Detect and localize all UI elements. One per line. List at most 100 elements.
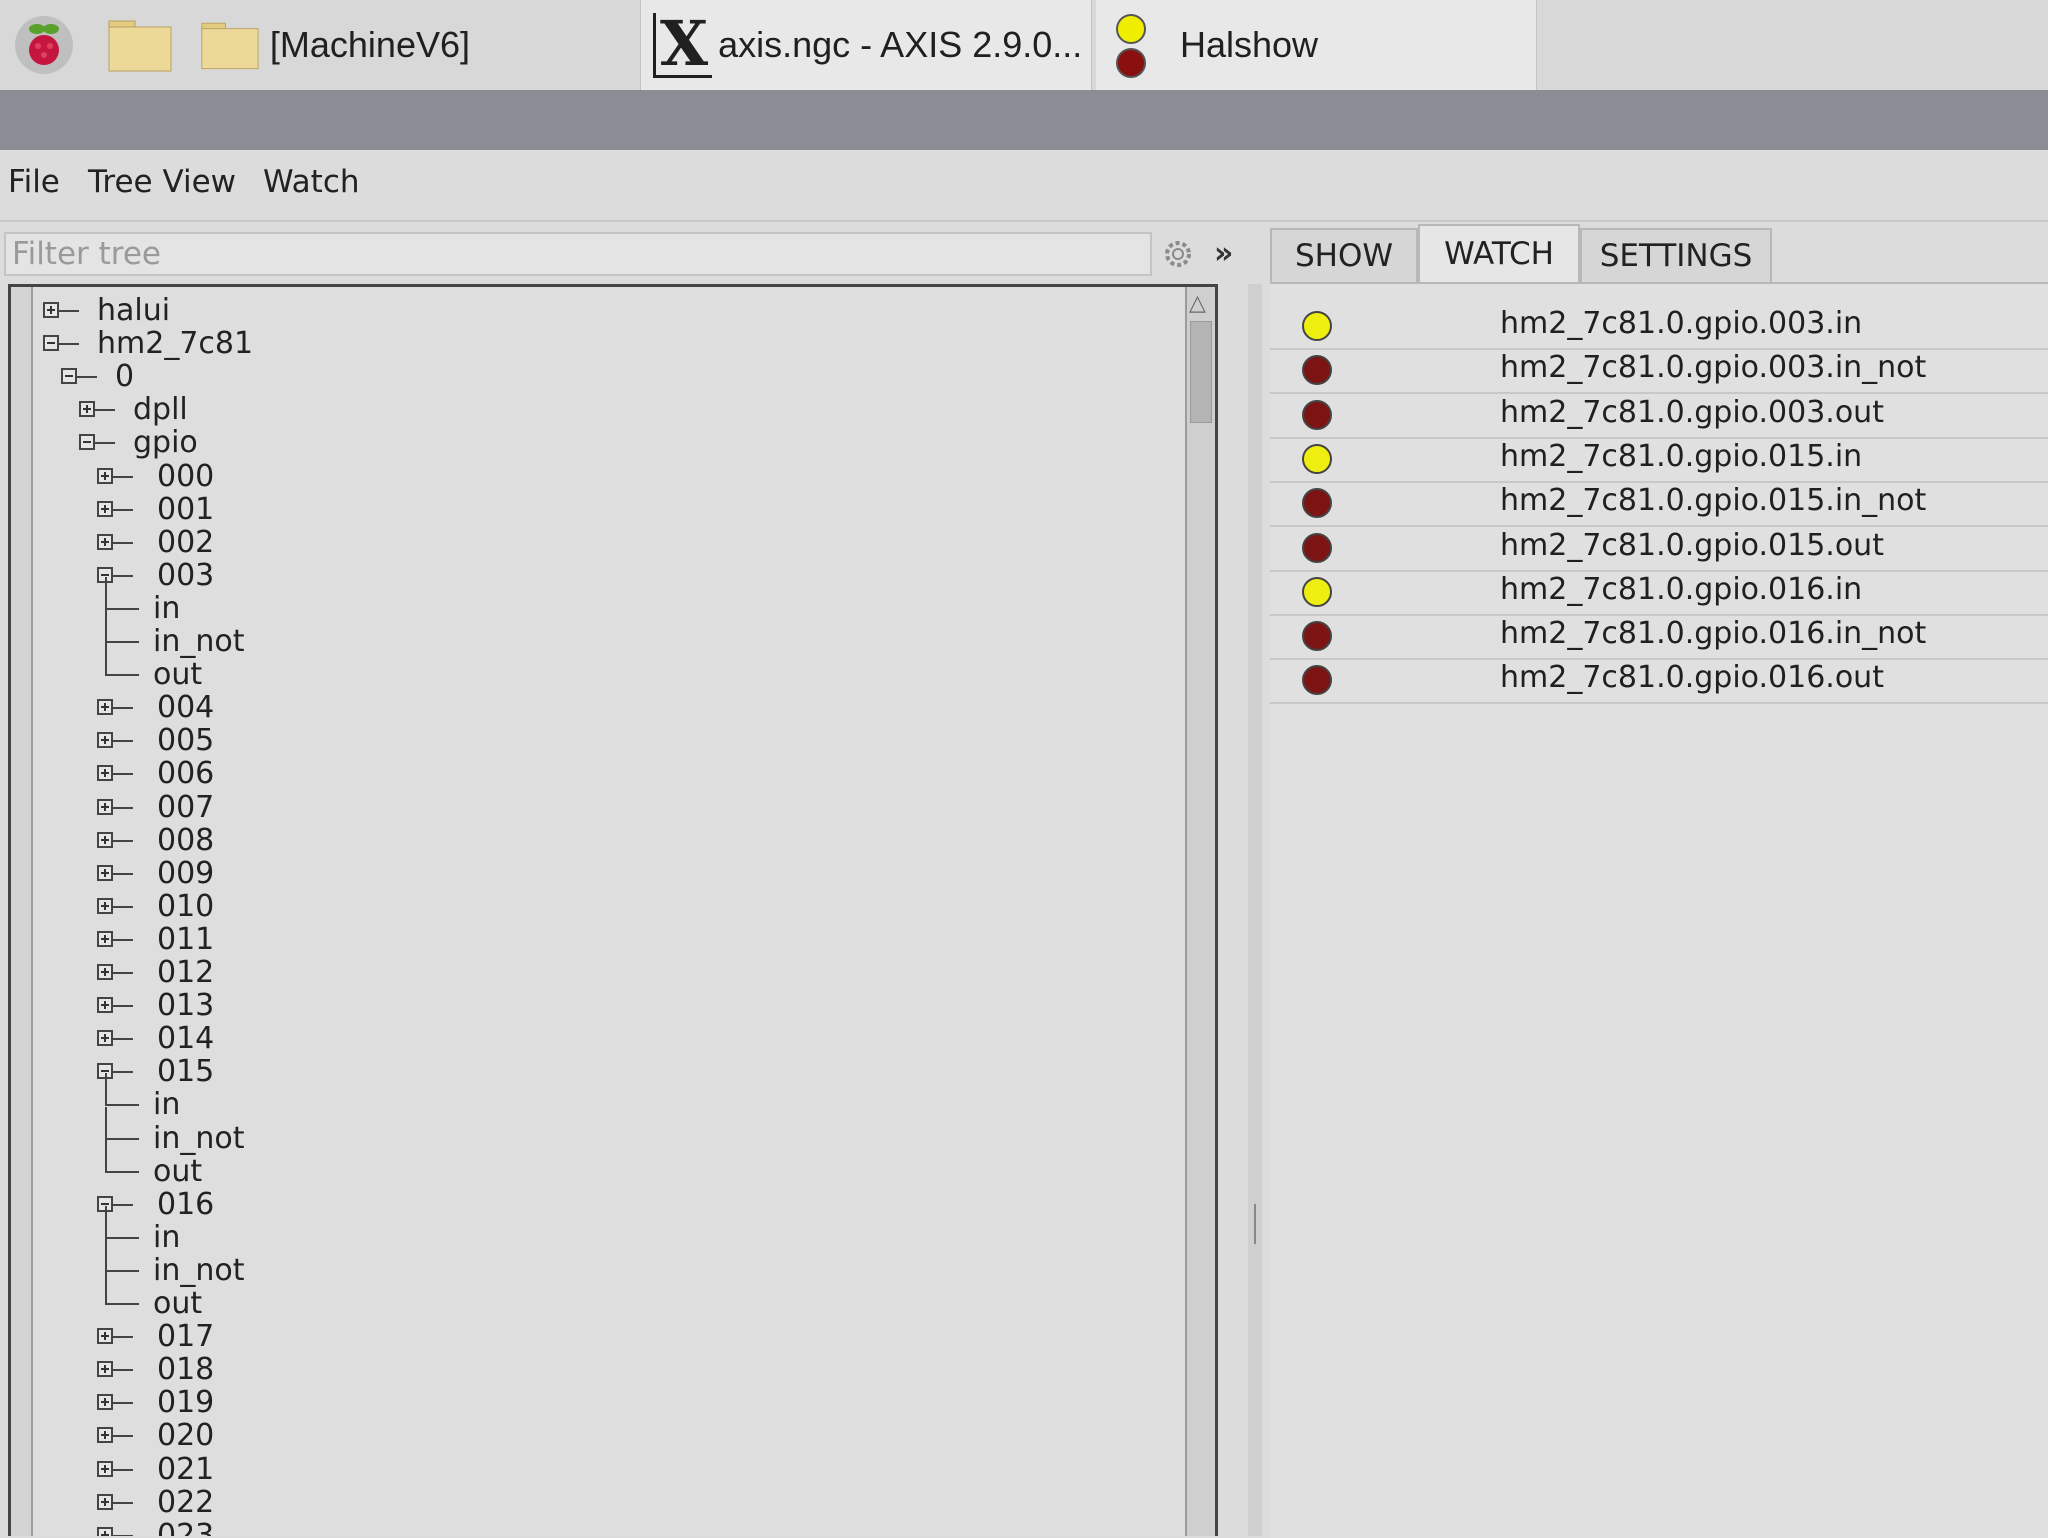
expand-plus-icon[interactable]	[97, 533, 113, 550]
tree-node[interactable]: 017	[11, 1319, 1111, 1354]
tree-node-label: dpll	[133, 392, 188, 428]
tree-node[interactable]: 020	[11, 1418, 1111, 1453]
expand-plus-icon[interactable]	[43, 302, 59, 318]
tree-node[interactable]: in	[11, 576, 1111, 626]
expand-plus-icon[interactable]	[79, 401, 95, 418]
expand-plus-icon[interactable]	[97, 500, 113, 517]
tree-node[interactable]: 003	[11, 558, 1111, 593]
file-manager-button[interactable]	[100, 0, 180, 90]
expand-plus-icon[interactable]	[97, 1361, 113, 1378]
collapse-minus-icon[interactable]	[43, 335, 59, 352]
tree-connector	[113, 872, 133, 875]
expand-plus-icon[interactable]	[97, 964, 113, 980]
expand-more-icon[interactable]: »	[1214, 236, 1233, 271]
tree-node[interactable]: in	[11, 1073, 1111, 1122]
tree-node[interactable]: out	[11, 643, 1111, 692]
expand-plus-icon[interactable]	[97, 1427, 113, 1444]
tree-node[interactable]: 005	[11, 723, 1111, 758]
tree-node[interactable]: 008	[11, 823, 1111, 858]
expand-plus-icon[interactable]	[97, 765, 113, 782]
taskbar-machine-folder[interactable]: [MachineV6]	[200, 0, 470, 90]
tree-node[interactable]: 002	[11, 525, 1111, 560]
expand-plus-icon[interactable]	[97, 1394, 113, 1411]
menu-tree-view[interactable]: Tree View	[88, 164, 236, 200]
tree-node[interactable]: 018	[11, 1352, 1111, 1387]
tree-node[interactable]: out	[11, 1139, 1111, 1189]
tree-node[interactable]: in_not	[11, 1238, 1111, 1288]
gear-icon[interactable]	[1160, 236, 1196, 272]
tree-node[interactable]: 022	[11, 1485, 1111, 1520]
expand-plus-icon[interactable]	[97, 831, 113, 848]
watch-row[interactable]: hm2_7c81.0.gpio.015.in	[1270, 437, 2048, 483]
tree-node[interactable]: hm2_7c81	[11, 326, 1111, 361]
watch-row[interactable]: hm2_7c81.0.gpio.016.out	[1270, 658, 2048, 705]
tree-node[interactable]: 009	[11, 855, 1111, 891]
expand-plus-icon[interactable]	[97, 1030, 113, 1047]
expand-plus-icon[interactable]	[97, 467, 113, 484]
watch-row[interactable]: hm2_7c81.0.gpio.015.in_not	[1270, 481, 2048, 528]
tree-node[interactable]: halui	[11, 293, 1111, 328]
tree-connector	[105, 1238, 107, 1271]
watch-row[interactable]: hm2_7c81.0.gpio.016.in	[1270, 570, 2048, 616]
tree-vertical-scrollbar[interactable]: △	[1185, 287, 1215, 1536]
tree-node[interactable]: 001	[11, 492, 1111, 527]
watch-row[interactable]: hm2_7c81.0.gpio.003.out	[1270, 393, 2048, 439]
tree-node[interactable]: 012	[11, 955, 1111, 990]
watch-pin-name: hm2_7c81.0.gpio.015.in	[1500, 438, 1863, 474]
expand-plus-icon[interactable]	[97, 1493, 113, 1510]
expand-plus-icon[interactable]	[97, 1460, 113, 1477]
scroll-up-arrow-icon[interactable]: △	[1189, 291, 1206, 316]
filter-tree-input[interactable]	[4, 232, 1152, 276]
tree-node[interactable]: 000	[11, 459, 1111, 494]
tab-show[interactable]: SHOW	[1270, 228, 1418, 282]
tree-node[interactable]: gpio	[11, 425, 1111, 460]
tree-node[interactable]: in_not	[11, 1106, 1111, 1156]
window-title-bar[interactable]	[0, 90, 2048, 150]
expand-plus-icon[interactable]	[97, 997, 113, 1014]
tree-node[interactable]: dpll	[11, 392, 1111, 428]
tab-settings[interactable]: SETTINGS	[1580, 228, 1772, 282]
collapse-minus-icon[interactable]	[79, 434, 95, 451]
tree-node[interactable]: 006	[11, 756, 1111, 791]
tree-node[interactable]: 015	[11, 1054, 1111, 1089]
tree-connector	[105, 674, 139, 677]
tree-node[interactable]: 0	[11, 359, 1111, 394]
tree-node[interactable]: 019	[11, 1385, 1111, 1420]
tree-node[interactable]: 016	[11, 1187, 1111, 1222]
tree-node[interactable]: out	[11, 1272, 1111, 1321]
taskbar-halshow-window[interactable]: Halshow	[1096, 0, 1537, 90]
expand-plus-icon[interactable]	[97, 699, 113, 716]
hal-tree-view[interactable]: halui hm2_7c81 0 dpll gpio 000 001 002 003 in in_n…	[8, 284, 1218, 1536]
expand-plus-icon[interactable]	[97, 732, 113, 749]
taskbar-axis-window[interactable]: X axis.ngc - AXIS 2.9.0...	[640, 0, 1092, 90]
tree-node-label: 009	[157, 855, 215, 891]
watch-row[interactable]: hm2_7c81.0.gpio.016.in_not	[1270, 614, 2048, 661]
menu-file[interactable]: File	[8, 164, 60, 200]
pane-splitter[interactable]	[1248, 284, 1262, 1536]
tree-node[interactable]: 023	[11, 1518, 1111, 1536]
splitter-grip[interactable]	[1254, 1204, 1256, 1244]
tab-watch[interactable]: WATCH	[1418, 224, 1580, 282]
tree-node[interactable]: 010	[11, 889, 1111, 924]
expand-plus-icon[interactable]	[97, 897, 113, 914]
expand-plus-icon[interactable]	[97, 930, 113, 947]
tree-node[interactable]: 007	[11, 790, 1111, 825]
tree-node[interactable]: 014	[11, 1021, 1111, 1056]
scrollbar-thumb[interactable]	[1190, 321, 1212, 423]
tree-node[interactable]: in	[11, 1205, 1111, 1255]
expand-plus-icon[interactable]	[97, 798, 113, 815]
tree-node[interactable]: 004	[11, 690, 1111, 725]
tree-node[interactable]: 011	[11, 922, 1111, 957]
raspberry-menu-button[interactable]	[4, 0, 84, 90]
expand-plus-icon[interactable]	[97, 1328, 113, 1345]
watch-row[interactable]: hm2_7c81.0.gpio.003.in	[1270, 304, 2048, 350]
expand-plus-icon[interactable]	[97, 1526, 113, 1536]
tree-node[interactable]: in_not	[11, 610, 1111, 659]
watch-row[interactable]: hm2_7c81.0.gpio.015.out	[1270, 526, 2048, 572]
menu-watch[interactable]: Watch	[263, 164, 360, 200]
tree-node[interactable]: 013	[11, 988, 1111, 1023]
collapse-minus-icon[interactable]	[61, 368, 77, 385]
watch-row[interactable]: hm2_7c81.0.gpio.003.in_not	[1270, 348, 2048, 395]
expand-plus-icon[interactable]	[97, 864, 113, 881]
tree-node[interactable]: 021	[11, 1452, 1111, 1487]
